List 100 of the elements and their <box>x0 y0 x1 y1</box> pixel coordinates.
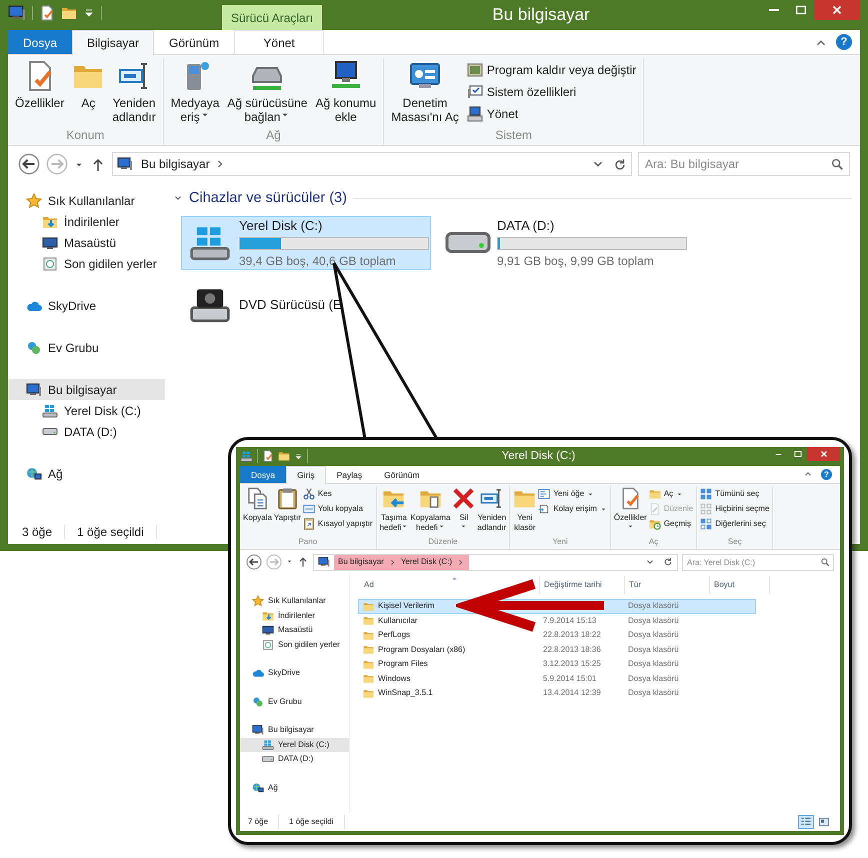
file-row[interactable]: PerfLogs 22.8.2013 18:22 Dosya klasörü <box>358 628 756 642</box>
nav-item[interactable]: Son gidilen yerler <box>8 253 165 274</box>
nav-item[interactable]: Ev Grubu <box>240 694 349 709</box>
address-bar[interactable]: Bu bilgisayar <box>112 152 632 176</box>
ribbon-button[interactable]: Ağ konumu ekle <box>312 58 380 126</box>
column-header[interactable]: Ad <box>360 576 540 594</box>
ribbon-tab[interactable]: Bilgisayar <box>72 30 154 55</box>
column-header[interactable]: Değiştirme tarihi <box>540 576 625 594</box>
ribbon-button[interactable]: Denetim Masası'nı Aç <box>388 58 462 126</box>
file-menu-button[interactable]: Dosya <box>240 466 286 483</box>
ribbon-button[interactable]: Taşıma hedefi <box>378 486 410 534</box>
file-name: Windows <box>363 672 539 685</box>
nav-item[interactable]: SkyDrive <box>240 666 349 680</box>
ribbon-button[interactable]: Kopyalama hedefi <box>409 486 452 534</box>
help-button[interactable]: ? <box>836 34 852 50</box>
file-row[interactable]: Program Files 3.12.2013 15:25 Dosya klasörü <box>358 657 756 672</box>
ribbon-button[interactable]: Sil <box>451 486 476 534</box>
properties-icon <box>39 5 55 21</box>
nav-item[interactable]: Sık Kullanılanlar <box>240 594 349 608</box>
ribbon-button[interactable]: Özellikler <box>612 486 648 534</box>
ribbon-button[interactable]: Hiçbirini seçme <box>699 503 770 515</box>
column-header[interactable]: Boyut <box>710 576 770 594</box>
back-button[interactable] <box>18 153 40 175</box>
file-type: Dosya klasörü <box>628 659 679 668</box>
breadcrumb[interactable]: Bu bilgisayar <box>338 556 384 568</box>
nav-item[interactable]: DATA (D:) <box>240 752 349 766</box>
ribbon-button[interactable]: Yeniden adlandır <box>109 58 159 126</box>
nav-item[interactable]: Sık Kullanılanlar <box>8 190 165 211</box>
back-button[interactable] <box>246 554 262 570</box>
ribbon-button[interactable]: Geçmiş <box>648 518 694 530</box>
file-row[interactable]: Program Dosyaları (x86) 22.8.2013 18:36 Dosya klasörü <box>358 642 756 657</box>
drive-tile[interactable]: DATA (D:) 9,91 GB boş, 9,99 GB toplam <box>439 216 689 270</box>
column-header[interactable]: Tür <box>625 576 710 594</box>
ribbon-tab[interactable]: Görünüm <box>154 30 234 54</box>
nav-item[interactable]: Bu bilgisayar <box>8 379 165 400</box>
ribbon-button[interactable]: Kopyala <box>242 486 273 524</box>
folder-icon <box>61 5 77 21</box>
close-button[interactable] <box>814 0 860 20</box>
up-button[interactable] <box>297 556 309 568</box>
help-button[interactable]: ? <box>821 469 832 480</box>
view-button[interactable] <box>798 815 814 829</box>
breadcrumb[interactable]: Yerel Disk (C:) <box>400 556 452 568</box>
nav-item[interactable]: Ağ <box>8 463 165 484</box>
ribbon-button[interactable]: Tümünü seç <box>699 488 770 500</box>
ribbon-button[interactable]: Aç <box>648 488 694 500</box>
ribbon-button[interactable]: Medyaya eriş <box>168 58 222 126</box>
nav-item[interactable]: İndirilenler <box>240 608 349 623</box>
ribbon-button[interactable]: Program kaldır veya değiştir <box>464 60 640 80</box>
up-icon <box>297 556 309 568</box>
nav-item[interactable]: Yerel Disk (C:) <box>8 400 165 421</box>
ribbon-button[interactable]: Yeni öğe <box>537 488 608 500</box>
nav-item[interactable]: DATA (D:) <box>8 421 165 442</box>
ribbon-button[interactable]: Kısayol yapıştır <box>302 518 374 530</box>
nav-item[interactable]: İndirilenler <box>8 211 165 232</box>
ribbon-button[interactable]: Kolay erişim <box>537 503 608 515</box>
ribbon-button[interactable]: Yönet <box>464 104 640 124</box>
folder-icon <box>363 673 374 684</box>
nav-item[interactable]: SkyDrive <box>8 295 165 316</box>
view-button[interactable] <box>816 815 832 829</box>
nav-item[interactable]: Yerel Disk (C:) <box>240 738 349 752</box>
file-row[interactable]: WinSnap_3.5.1 13.4.2014 12:39 Dosya klasörü <box>358 686 756 700</box>
file-row[interactable]: Windows 5.9.2014 15:01 Dosya klasörü <box>358 672 756 686</box>
ribbon-tab[interactable]: Giriş <box>286 466 326 484</box>
refresh-icon <box>663 556 673 567</box>
nav-item[interactable]: Bu bilgisayar <box>240 723 349 738</box>
close-button[interactable] <box>807 447 840 461</box>
file-type: Dosya klasörü <box>628 688 679 698</box>
ribbon-tab[interactable]: Görünüm <box>373 466 431 483</box>
nav-item[interactable]: Masaüstü <box>8 232 165 253</box>
ribbon-button[interactable]: Aç <box>69 58 108 112</box>
window-title: Yerel Disk (C:) <box>500 449 576 464</box>
ribbon-tab[interactable]: Paylaş <box>326 466 374 483</box>
item-count: 7 öğe <box>248 816 268 828</box>
nav-item[interactable]: Ev Grubu <box>8 337 165 358</box>
ribbon-button[interactable]: Sistem özellikleri <box>464 82 640 102</box>
ribbon-button[interactable]: Yapıştır <box>272 486 302 524</box>
ribbon-tab[interactable]: Yönet <box>234 30 324 54</box>
file-name: Kullanıcılar <box>363 614 539 627</box>
search-field[interactable]: Ara: Bu bilgisayar <box>638 152 850 176</box>
history-icon <box>648 518 661 530</box>
nav-item[interactable]: Ağ <box>240 780 349 795</box>
search-icon <box>820 557 830 567</box>
breadcrumb[interactable]: Bu bilgisayar <box>141 155 210 173</box>
paste-shortcut-icon <box>302 518 315 530</box>
ribbon-button[interactable]: Özellikler <box>12 58 68 112</box>
ribbon-button[interactable]: Kes <box>302 488 374 500</box>
file-menu-button[interactable]: Dosya <box>8 30 72 54</box>
nav-item[interactable]: Masaüstü <box>240 623 349 638</box>
drive-tile[interactable]: Yerel Disk (C:) 39,4 GB boş, 40,6 GB toplam <box>181 216 431 270</box>
file-row[interactable]: Kullanıcılar 7.9.2014 15:13 Dosya klasörü <box>358 614 756 628</box>
nav-item[interactable]: Son gidilen yerler <box>240 638 349 652</box>
ribbon-button[interactable]: Diğerlerini seç <box>699 518 770 530</box>
ribbon-button[interactable]: Yeni klasör <box>512 486 538 534</box>
ribbon-button[interactable]: Yolu kopyala <box>302 503 374 515</box>
ribbon-button[interactable]: Yeniden adlandır <box>476 486 508 534</box>
search-field[interactable]: Ara: Yerel Disk (C:) <box>682 554 834 570</box>
folder-icon <box>278 450 290 462</box>
modified-date: 5.9.2014 15:01 <box>543 674 596 683</box>
address-bar[interactable]: Bu bilgisayar Yerel Disk (C:) <box>313 554 678 570</box>
ribbon-button[interactable]: Ağ sürücüsüne bağlan <box>224 58 310 126</box>
